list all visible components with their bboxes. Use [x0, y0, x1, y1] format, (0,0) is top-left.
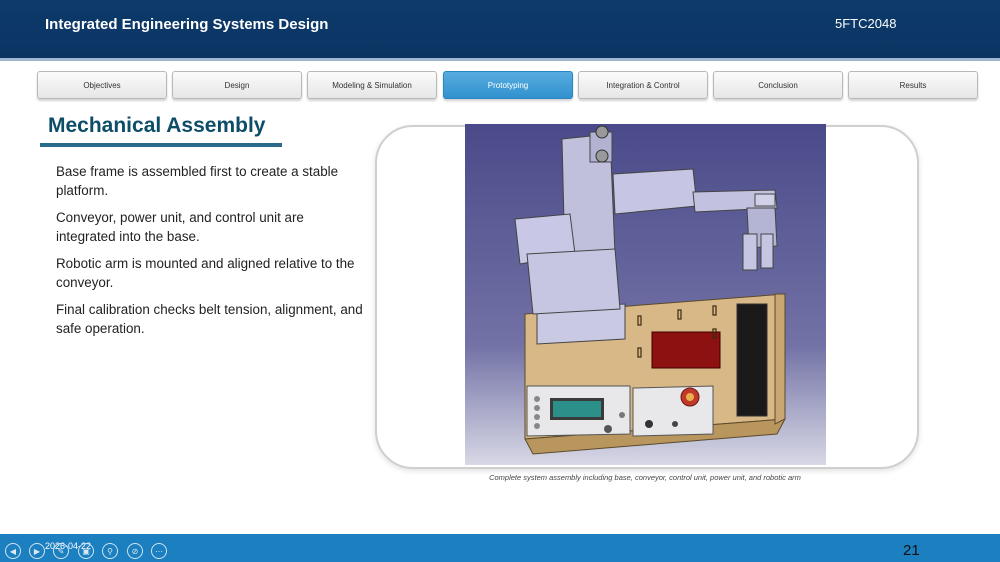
header-divider [0, 58, 1000, 61]
more-icon[interactable]: ⋯ [151, 543, 167, 559]
pen-icon[interactable]: ✎ [53, 543, 69, 559]
tab-prototyping[interactable]: Prototyping [443, 71, 573, 99]
zoom-icon[interactable]: ⚲ [102, 543, 118, 559]
previous-icon[interactable]: ◀ [5, 543, 21, 559]
tab-integration-control[interactable]: Integration & Control [578, 71, 708, 99]
course-code: 5FTC2048 [835, 16, 897, 31]
image-caption: Complete system assembly including base,… [489, 473, 801, 482]
bullet-item: Base frame is assembled first to create … [56, 164, 339, 198]
tab-conclusion[interactable]: Conclusion [713, 71, 843, 99]
tab-results[interactable]: Results [848, 71, 978, 99]
footer-bar [0, 534, 1000, 562]
cad-assembly-image [465, 124, 826, 465]
bullet-list: Base frame is assembled first to create … [56, 162, 366, 346]
bullet-item: Conveyor, power unit, and control unit a… [56, 210, 304, 244]
bullet-item: Robotic arm is mounted and aligned relat… [56, 256, 355, 290]
title-underline [40, 143, 282, 147]
tab-modeling-simulation[interactable]: Modeling & Simulation [307, 71, 437, 99]
tab-objectives[interactable]: Objectives [37, 71, 167, 99]
page-number: 21 [903, 542, 920, 559]
next-icon[interactable]: ▶ [29, 543, 45, 559]
slides-icon[interactable]: ▣ [78, 543, 94, 559]
bullet-item: Final calibration checks belt tension, a… [56, 302, 363, 336]
tab-design[interactable]: Design [172, 71, 302, 99]
section-nav: Objectives Design Modeling & Simulation … [37, 71, 978, 99]
course-title: Integrated Engineering Systems Design [45, 16, 329, 33]
subtitles-icon[interactable]: ⊘ [127, 543, 143, 559]
slide-title: Mechanical Assembly [48, 114, 266, 137]
